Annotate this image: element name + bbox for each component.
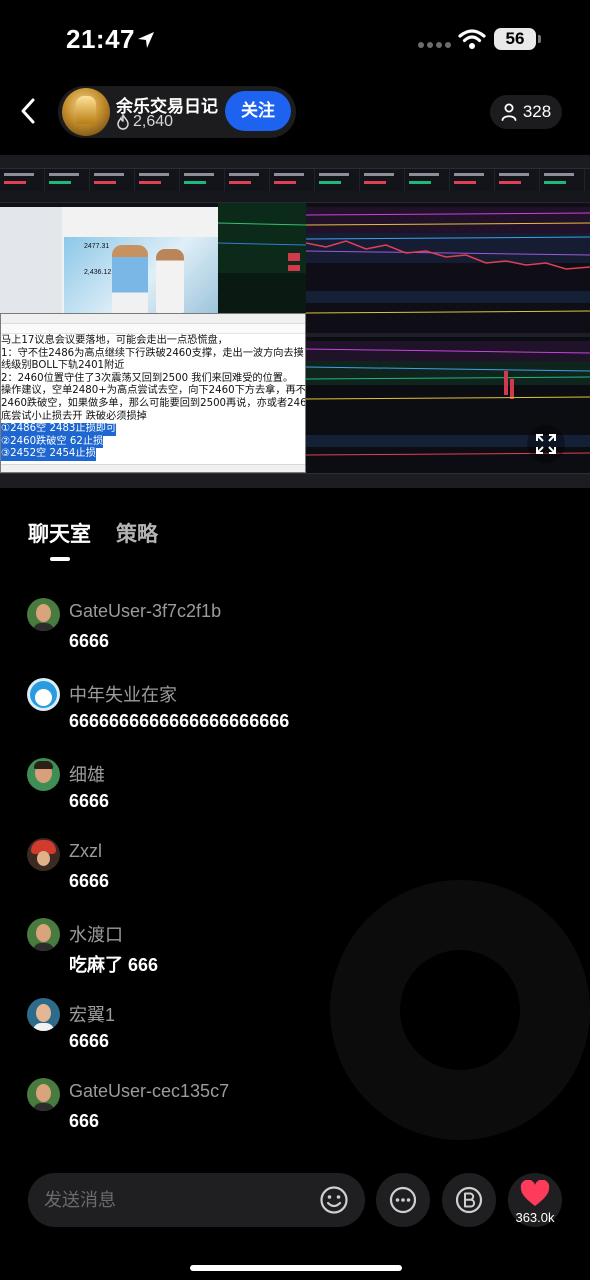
chat-message: 水渡口 吃麻了 666: [0, 912, 590, 992]
fullscreen-button[interactable]: [527, 425, 565, 463]
message-input[interactable]: [44, 1173, 314, 1227]
more-dots-icon: [389, 1186, 417, 1214]
notepad-text: 马上17议息会议要落地，可能会走出一点恐慌盘， 1：守不住2486为高点继续下行…: [1, 335, 305, 461]
user-avatar[interactable]: [27, 998, 60, 1031]
follow-button[interactable]: 关注: [225, 91, 291, 131]
emoji-icon[interactable]: [318, 1184, 350, 1216]
chat-message: 宏翼1 6666: [0, 992, 590, 1072]
tab-chatroom[interactable]: 聊天室: [28, 518, 91, 548]
active-tab-indicator: [50, 557, 70, 561]
message-text: 6666: [69, 631, 110, 651]
wechat-price-2: 2,436.12: [84, 269, 112, 276]
message-text: 吃麻了 666: [69, 955, 159, 975]
message-username[interactable]: GateUser-cec135c7: [69, 1081, 229, 1102]
message-text: 6666: [69, 1031, 110, 1051]
battery-tip: [538, 35, 541, 43]
message-text: 6666: [69, 791, 110, 811]
message-username[interactable]: 细雄: [69, 761, 105, 787]
person-icon: [501, 103, 517, 121]
viewer-count: 328: [522, 102, 552, 121]
user-avatar[interactable]: [27, 918, 60, 951]
chat-message: GateUser-3f7c2f1b 6666: [0, 592, 590, 672]
wifi-icon: [458, 29, 486, 49]
message-username[interactable]: GateUser-3f7c2f1b: [69, 601, 221, 622]
viewer-count-pill[interactable]: 328: [490, 95, 562, 129]
user-avatar[interactable]: [27, 678, 60, 711]
message-text: 6666666666666666666666: [69, 711, 290, 731]
wechat-price-1: 2477.31: [84, 243, 110, 250]
expand-icon: [536, 434, 556, 454]
message-text: 666: [69, 1111, 100, 1131]
flame-icon: [117, 114, 129, 130]
user-avatar[interactable]: [27, 838, 60, 871]
clock: 21:47: [66, 24, 135, 54]
b-coin-icon: [455, 1186, 483, 1214]
notepad-window: 马上17议息会议要落地，可能会走出一点恐慌盘， 1：守不住2486为高点继续下行…: [0, 313, 306, 473]
message-text: 6666: [69, 871, 110, 891]
live-stream-video[interactable]: 2477.31 2,436.12 马上17议息会议要落地，可能会走出一点恐慌盘，…: [0, 155, 590, 488]
chart-toolbar: [0, 191, 590, 203]
heart-icon: [520, 1180, 550, 1206]
chat-message: Zxzl 6666: [0, 832, 590, 912]
chat-message: GateUser-cec135c7 666: [0, 1072, 590, 1152]
status-bar: 21:47 56: [0, 0, 590, 80]
heat-count: 2,640: [133, 113, 174, 130]
message-username[interactable]: Zxzl: [69, 841, 102, 862]
message-input-box[interactable]: [28, 1173, 365, 1227]
anchor-heat: 2,640: [116, 113, 173, 131]
user-avatar[interactable]: [27, 1078, 60, 1111]
anchor-avatar[interactable]: [62, 88, 110, 136]
location-arrow-icon: [138, 32, 154, 48]
home-indicator[interactable]: [190, 1265, 402, 1271]
ticker-strip: [0, 169, 590, 191]
stream-taskbar: [0, 473, 590, 488]
message-username[interactable]: 宏翼1: [69, 1001, 115, 1027]
chat-message: 中年失业在家 6666666666666666666666: [0, 672, 590, 752]
message-username[interactable]: 水渡口: [69, 921, 123, 947]
room-tabs: 聊天室 策略: [0, 512, 590, 562]
chat-message: 细雄 6666: [0, 752, 590, 832]
chat-message-list[interactable]: GateUser-3f7c2f1b 6666 中年失业在家 6666666666…: [0, 592, 590, 1152]
coin-tip-button[interactable]: [442, 1173, 496, 1227]
like-count: 363.0k: [515, 1210, 555, 1225]
stream-titlebar: [0, 155, 590, 169]
more-options-button[interactable]: [376, 1173, 430, 1227]
battery-indicator: 56: [494, 28, 536, 50]
message-username[interactable]: 中年失业在家: [69, 681, 177, 707]
tab-strategy[interactable]: 策略: [116, 518, 158, 548]
user-avatar[interactable]: [27, 598, 60, 631]
wechat-window: 2477.31 2,436.12: [0, 207, 218, 315]
user-avatar[interactable]: [27, 758, 60, 791]
back-chevron-icon[interactable]: [16, 96, 42, 126]
signal-dots-icon: [418, 42, 451, 48]
